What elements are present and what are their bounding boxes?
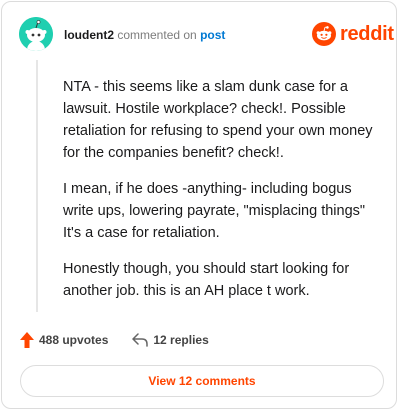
post-link[interactable]: post: [200, 28, 225, 42]
reply-arrow-icon: [132, 333, 149, 347]
user-avatar[interactable]: [19, 17, 53, 51]
comment-action-text: commented on: [117, 28, 197, 42]
comment-paragraph: Honestly though, you should start lookin…: [63, 261, 350, 299]
comment-paragraph: I mean, if he does -anything- including …: [63, 181, 366, 241]
reddit-alien-icon: [312, 22, 336, 46]
reddit-wordmark: reddit: [340, 22, 394, 45]
comment-header: loudent2 commented on post: [64, 27, 225, 43]
reply-count: 12 replies: [153, 333, 209, 347]
upvote-count: 488 upvotes: [39, 333, 109, 347]
comment-stats: 488 upvotes 12 replies: [20, 332, 209, 348]
reddit-logo[interactable]: reddit: [312, 22, 394, 46]
comment-paragraph: NTA - this seems like a slam dunk case f…: [63, 79, 373, 161]
view-comments-button[interactable]: View 12 comments: [20, 365, 384, 397]
comment-body: NTA - this seems like a slam dunk case f…: [63, 76, 381, 316]
username-link[interactable]: loudent2: [64, 28, 114, 42]
thread-line: [36, 60, 38, 312]
comment-card: loudent2 commented on post reddit NTA - …: [1, 1, 397, 409]
upvote-button[interactable]: 488 upvotes: [20, 332, 108, 348]
snoo-avatar-icon: [19, 17, 53, 51]
upvote-arrow-icon: [20, 332, 34, 348]
reply-button[interactable]: 12 replies: [132, 333, 209, 347]
